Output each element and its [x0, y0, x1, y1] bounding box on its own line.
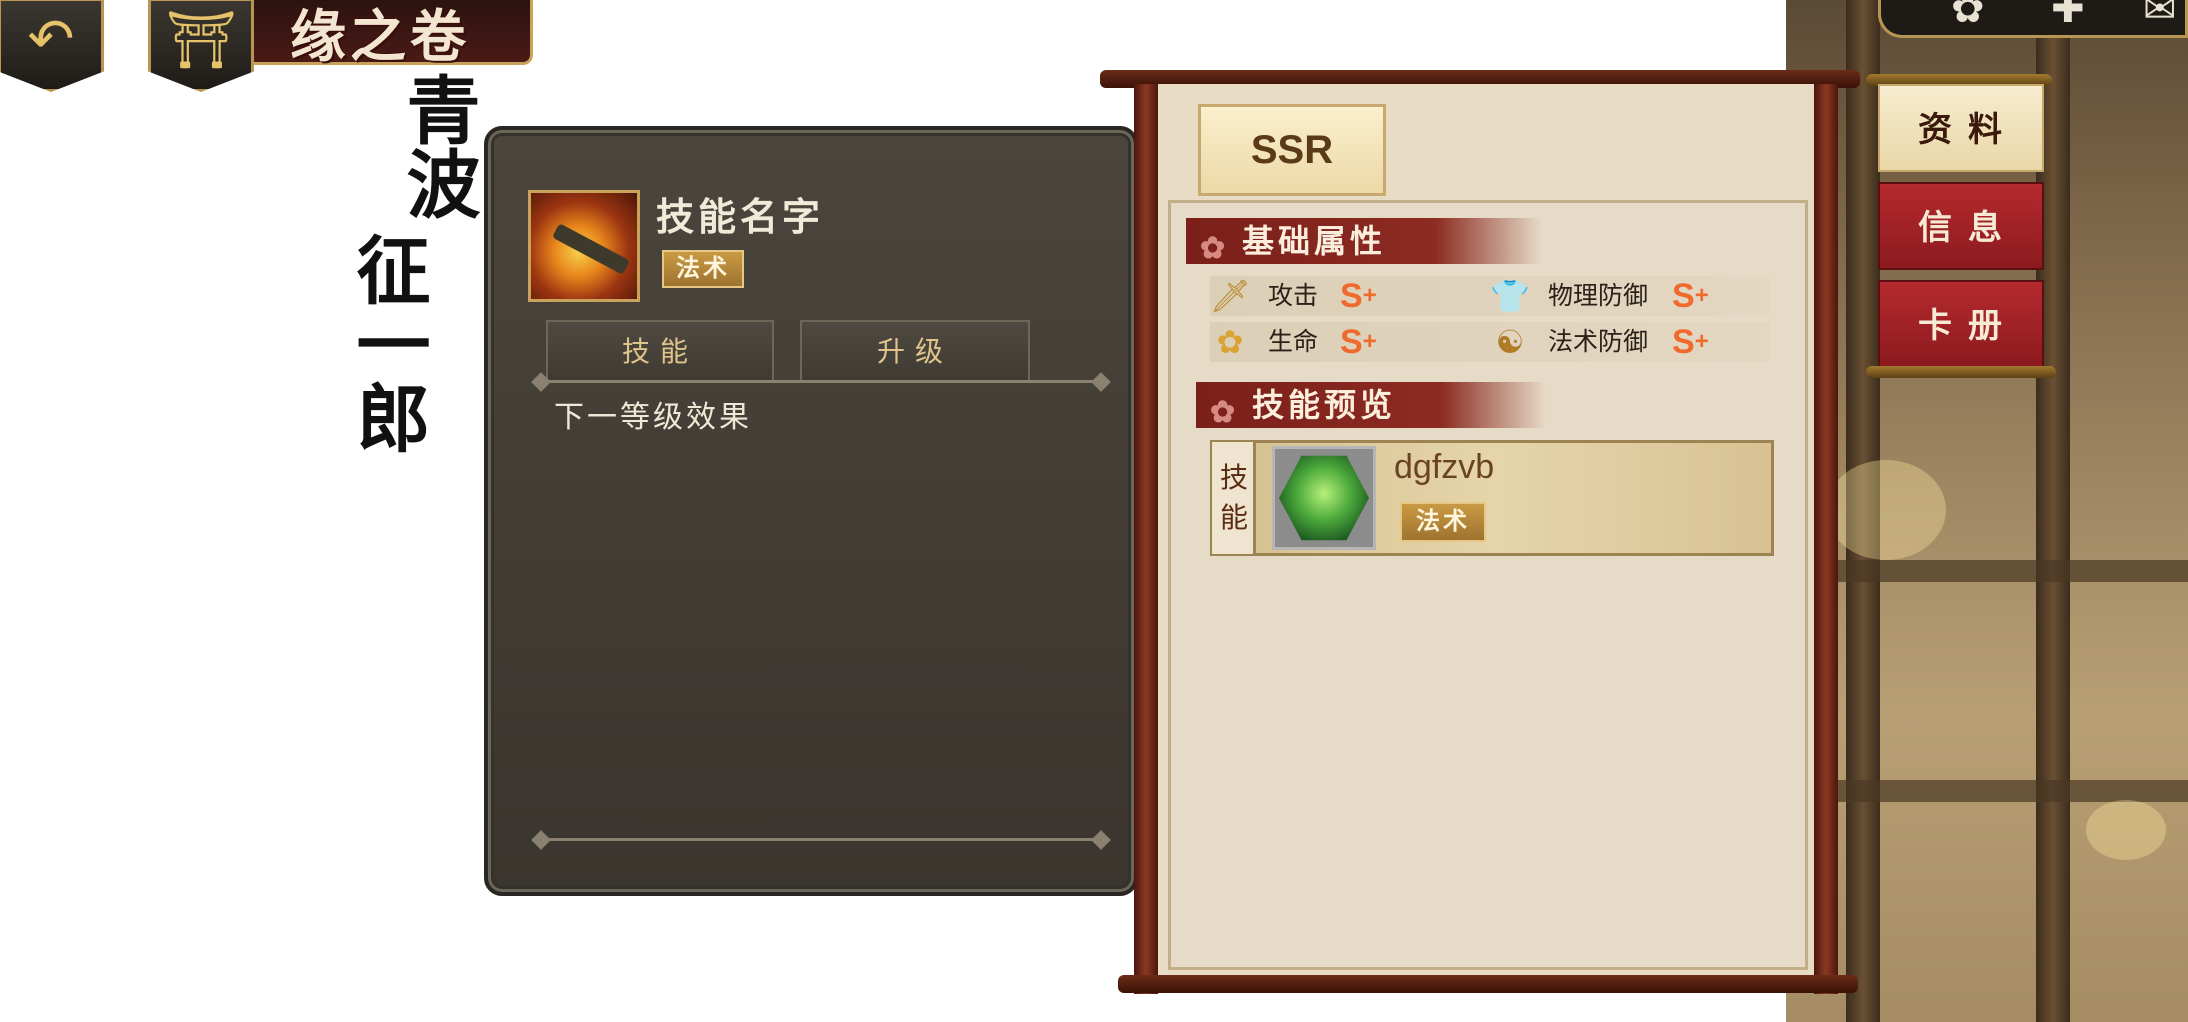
- attribute-grade: S+: [1340, 277, 1377, 315]
- rarity-tab[interactable]: SSR: [1198, 104, 1386, 196]
- background-light: [2086, 800, 2166, 860]
- tab-upgrade[interactable]: 升级: [800, 320, 1030, 380]
- skill-name: 技能名字: [656, 194, 825, 239]
- scroll-left-border: [1134, 84, 1158, 994]
- home-button[interactable]: ⛩: [148, 0, 254, 92]
- attribute-physical-defense: 👕 物理防御 S+: [1490, 276, 1750, 316]
- section-skill-preview: ✿ 技能预览: [1196, 382, 1546, 430]
- top-right-icon-3[interactable]: ✉: [2143, 0, 2177, 32]
- section-basic-attributes: ✿ 基础属性: [1186, 218, 1542, 266]
- side-nav-bottom-rod: [1866, 366, 2056, 378]
- background-light: [1826, 460, 1946, 560]
- nav-card-album-tab[interactable]: 卡册: [1878, 280, 2044, 368]
- skill-card-side-label: 技能: [1220, 461, 1249, 534]
- divider: [536, 838, 1106, 841]
- attribute-label: 法术防御: [1548, 327, 1649, 356]
- top-right-toolbar: ✿ ✚ ✉: [1878, 0, 2188, 38]
- yin-yang-icon: ☯: [1495, 323, 1525, 361]
- armor-icon: 👕: [1490, 277, 1530, 315]
- scroll-bottom-rod: [1118, 975, 1858, 993]
- section-title: 技能预览: [1252, 386, 1397, 424]
- attribute-label: 生命: [1268, 327, 1319, 356]
- attribute-magic-defense: ☯ 法术防御 S+: [1490, 322, 1750, 362]
- character-name-line-2: 征一郎: [344, 232, 430, 454]
- attribute-label: 物理防御: [1548, 281, 1649, 310]
- attribute-grade: S+: [1672, 277, 1709, 315]
- skill-icon: [528, 190, 640, 302]
- sakura-icon: ✿: [1210, 395, 1240, 430]
- divider: [536, 380, 1106, 383]
- attribute-attack: 🗡 攻击 S+: [1210, 276, 1470, 316]
- next-level-effect-label: 下一等级效果: [554, 400, 752, 435]
- attribute-row: 🗡 攻击 S+ 👕 物理防御 S+: [1210, 276, 1770, 316]
- skill-preview-icon[interactable]: [1272, 446, 1376, 550]
- home-torii-icon: ⛩: [165, 8, 237, 73]
- back-arrow-icon: ↶: [27, 7, 75, 72]
- background-beam: [1786, 560, 2188, 582]
- skill-preview-name: dgfzvb: [1394, 448, 1495, 486]
- nav-info-tab[interactable]: 信息: [1878, 182, 2044, 270]
- attribute-row: ✿ 生命 S+ ☯ 法术防御 S+: [1210, 322, 1770, 362]
- attribute-label: 攻击: [1268, 281, 1319, 310]
- character-name-line-1: 青波: [394, 72, 480, 220]
- skill-type-badge: 法术: [662, 250, 744, 288]
- attribute-grade: S+: [1340, 323, 1377, 361]
- attribute-grade: S+: [1672, 323, 1709, 361]
- character-name: 青波 征一郎: [344, 62, 490, 482]
- sword-icon: 🗡: [1210, 277, 1251, 315]
- section-title: 基础属性: [1242, 222, 1387, 260]
- scroll-right-border: [1814, 84, 1838, 994]
- background-beam: [1786, 780, 2188, 802]
- skill-preview-type-badge: 法术: [1400, 502, 1486, 542]
- tab-skill[interactable]: 技能: [546, 320, 774, 380]
- top-right-icon-1[interactable]: ✿: [1951, 0, 1985, 32]
- attribute-hp: ✿ 生命 S+: [1210, 322, 1470, 362]
- top-right-icon-2[interactable]: ✚: [2051, 0, 2085, 32]
- back-button[interactable]: ↶: [0, 0, 104, 92]
- nav-profile-tab[interactable]: 资料: [1878, 84, 2044, 172]
- flower-hp-icon: ✿: [1216, 323, 1244, 361]
- sakura-icon: ✿: [1200, 231, 1230, 266]
